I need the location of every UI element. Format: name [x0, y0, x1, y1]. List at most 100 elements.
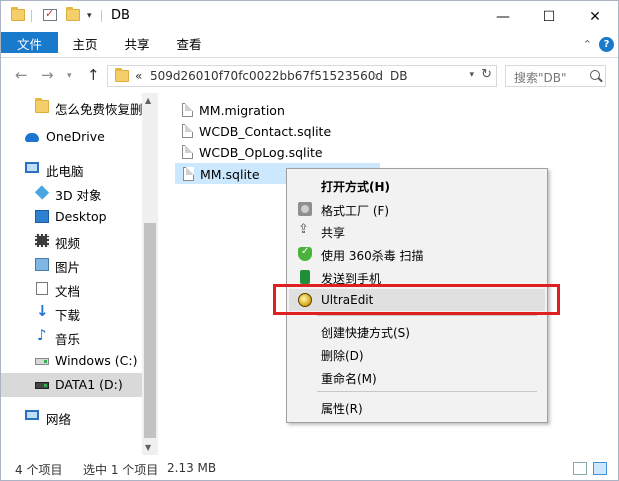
menu-item-label: 使用 360杀毒 扫描 [321, 249, 424, 263]
scroll-up-icon[interactable]: ▲ [145, 96, 151, 105]
file-name: WCDB_Contact.sqlite [199, 124, 332, 139]
network-icon [25, 410, 39, 420]
tab-home[interactable]: 主页 [63, 32, 107, 57]
menu-item-open-with[interactable]: 打开方式(H) [289, 174, 545, 196]
scroll-down-icon[interactable]: ▼ [145, 443, 151, 452]
nav-item-label: OneDrive [46, 129, 105, 144]
address-bar[interactable]: « 509d26010f70fc0022bb67f51523560d › DB … [107, 65, 497, 87]
file-item[interactable]: MM.migration [175, 100, 380, 121]
menu-separator [317, 315, 537, 316]
pictures-icon [35, 258, 49, 271]
menu-item-rename[interactable]: 重命名(M) [289, 366, 545, 388]
search-icon [590, 70, 600, 80]
nav-item-label: 图片 [55, 260, 81, 275]
menu-item-format-factory[interactable]: 格式工厂 (F) [289, 198, 545, 220]
details-view-icon[interactable] [573, 462, 587, 475]
file-icon [182, 124, 193, 138]
nav-item-downloads[interactable]: ↓ 下载 [1, 301, 143, 325]
nav-item-label: 怎么免费恢复删 [55, 102, 143, 117]
file-name: MM.migration [199, 103, 285, 118]
folder-icon [115, 68, 129, 82]
title-bar: ▾ DB — ☐ ✕ [1, 1, 618, 32]
address-dropdown-icon[interactable]: ▾ [469, 70, 474, 80]
file-item[interactable]: WCDB_OpLog.sqlite [175, 142, 380, 163]
breadcrumb-segment-current[interactable]: DB [390, 69, 407, 83]
nav-item-label: Desktop [55, 209, 107, 224]
menu-item-label: 共享 [321, 226, 346, 240]
nav-item-3d-objects[interactable]: 3D 对象 [1, 181, 143, 205]
drive-icon [35, 358, 49, 365]
back-arrow-icon[interactable]: ← [15, 66, 28, 84]
video-icon [35, 234, 49, 247]
address-row: ← → ▾ ↑ « 509d26010f70fc0022bb67f5152356… [1, 59, 618, 93]
nav-item-desktop[interactable]: Desktop [1, 205, 143, 229]
3d-objects-icon [34, 185, 50, 200]
nav-item-videos[interactable]: 视频 [1, 229, 143, 253]
menu-item-label: 创建快捷方式(S) [321, 326, 410, 340]
up-arrow-icon[interactable]: ↑ [87, 66, 100, 84]
menu-item-label: 属性(R) [321, 402, 363, 416]
share-icon: ⇪ [298, 222, 309, 237]
help-icon[interactable]: ? [599, 37, 614, 52]
highlight-box [273, 284, 560, 315]
menu-item-label: 格式工厂 (F) [321, 204, 390, 218]
close-button[interactable]: ✕ [572, 1, 618, 32]
download-icon: ↓ [36, 302, 49, 320]
chevron-up-icon[interactable]: ⌃ [583, 38, 592, 51]
tab-share[interactable]: 共享 [115, 32, 159, 57]
nav-item-onedrive[interactable]: OneDrive [1, 125, 143, 149]
nav-item-documents[interactable]: 文档 [1, 277, 143, 301]
nav-item-this-pc[interactable]: 此电脑 [1, 157, 143, 181]
nav-item-label: 下载 [55, 308, 81, 323]
nav-item-label: 此电脑 [46, 164, 84, 179]
navigation-pane: 怎么免费恢复删 OneDrive 此电脑 3D 对象 Desktop 视频 图片 [1, 93, 158, 455]
quick-access-dropdown-icon[interactable]: ▾ [87, 11, 92, 21]
large-icons-view-icon[interactable] [593, 462, 607, 475]
nav-item-pictures[interactable]: 图片 [1, 253, 143, 277]
music-icon: ♪ [37, 326, 47, 344]
menu-item-share[interactable]: ⇪ 共享 [289, 220, 545, 242]
file-icon [183, 167, 194, 181]
menu-item-delete[interactable]: 删除(D) [289, 343, 545, 365]
status-bar: 4 个项目 选中 1 个项目 2.13 MB [1, 457, 618, 481]
search-input[interactable]: 搜索"DB" [505, 65, 606, 87]
title-separator [101, 10, 102, 22]
nav-item-label: 3D 对象 [55, 188, 102, 203]
nav-item-network[interactable]: 网络 [1, 405, 143, 429]
address-overflow-chevron[interactable]: « [135, 69, 142, 83]
file-icon [182, 103, 193, 117]
nav-item-music[interactable]: ♪ 音乐 [1, 325, 143, 349]
menu-item-label: 打开方式(H) [321, 180, 391, 194]
menu-item-create-shortcut[interactable]: 创建快捷方式(S) [289, 320, 545, 342]
new-folder-icon[interactable] [66, 7, 80, 21]
tab-view[interactable]: 查看 [167, 32, 211, 57]
nav-item-drive-d[interactable]: DATA1 (D:) [1, 373, 143, 397]
maximize-button[interactable]: ☐ [526, 1, 572, 32]
360-antivirus-icon [298, 246, 312, 261]
breadcrumb-separator-icon[interactable]: › [374, 69, 379, 83]
status-selection: 选中 1 个项目 [83, 463, 159, 477]
menu-item-label: 删除(D) [321, 349, 364, 363]
window-title: DB [111, 8, 130, 23]
nav-pane-scrollbar[interactable]: ▲ ▼ [142, 93, 158, 455]
properties-icon[interactable] [43, 7, 57, 21]
documents-icon [36, 282, 48, 295]
minimize-button[interactable]: — [480, 1, 526, 32]
status-size: 2.13 MB [167, 461, 217, 475]
computer-icon [25, 162, 39, 173]
nav-item-label: 网络 [46, 412, 72, 427]
scrollbar-thumb[interactable] [144, 223, 156, 438]
recent-locations-icon[interactable]: ▾ [67, 71, 72, 81]
tab-file[interactable]: 文件 [1, 32, 58, 53]
format-factory-icon [298, 202, 312, 216]
menu-item-properties[interactable]: 属性(R) [289, 396, 545, 418]
menu-item-label: 重命名(M) [321, 372, 377, 386]
menu-item-360-scan[interactable]: 使用 360杀毒 扫描 [289, 243, 545, 265]
nav-item-folder[interactable]: 怎么免费恢复删 [1, 95, 143, 119]
forward-arrow-icon[interactable]: → [41, 66, 54, 84]
nav-item-drive-c[interactable]: Windows (C:) [1, 349, 143, 373]
file-item[interactable]: WCDB_Contact.sqlite [175, 121, 380, 142]
refresh-icon[interactable]: ↻ [481, 67, 492, 82]
ribbon-tabs: 文件 主页 共享 查看 ⌃ ? [1, 32, 618, 58]
breadcrumb-segment[interactable]: 509d26010f70fc0022bb67f51523560d [150, 69, 383, 83]
